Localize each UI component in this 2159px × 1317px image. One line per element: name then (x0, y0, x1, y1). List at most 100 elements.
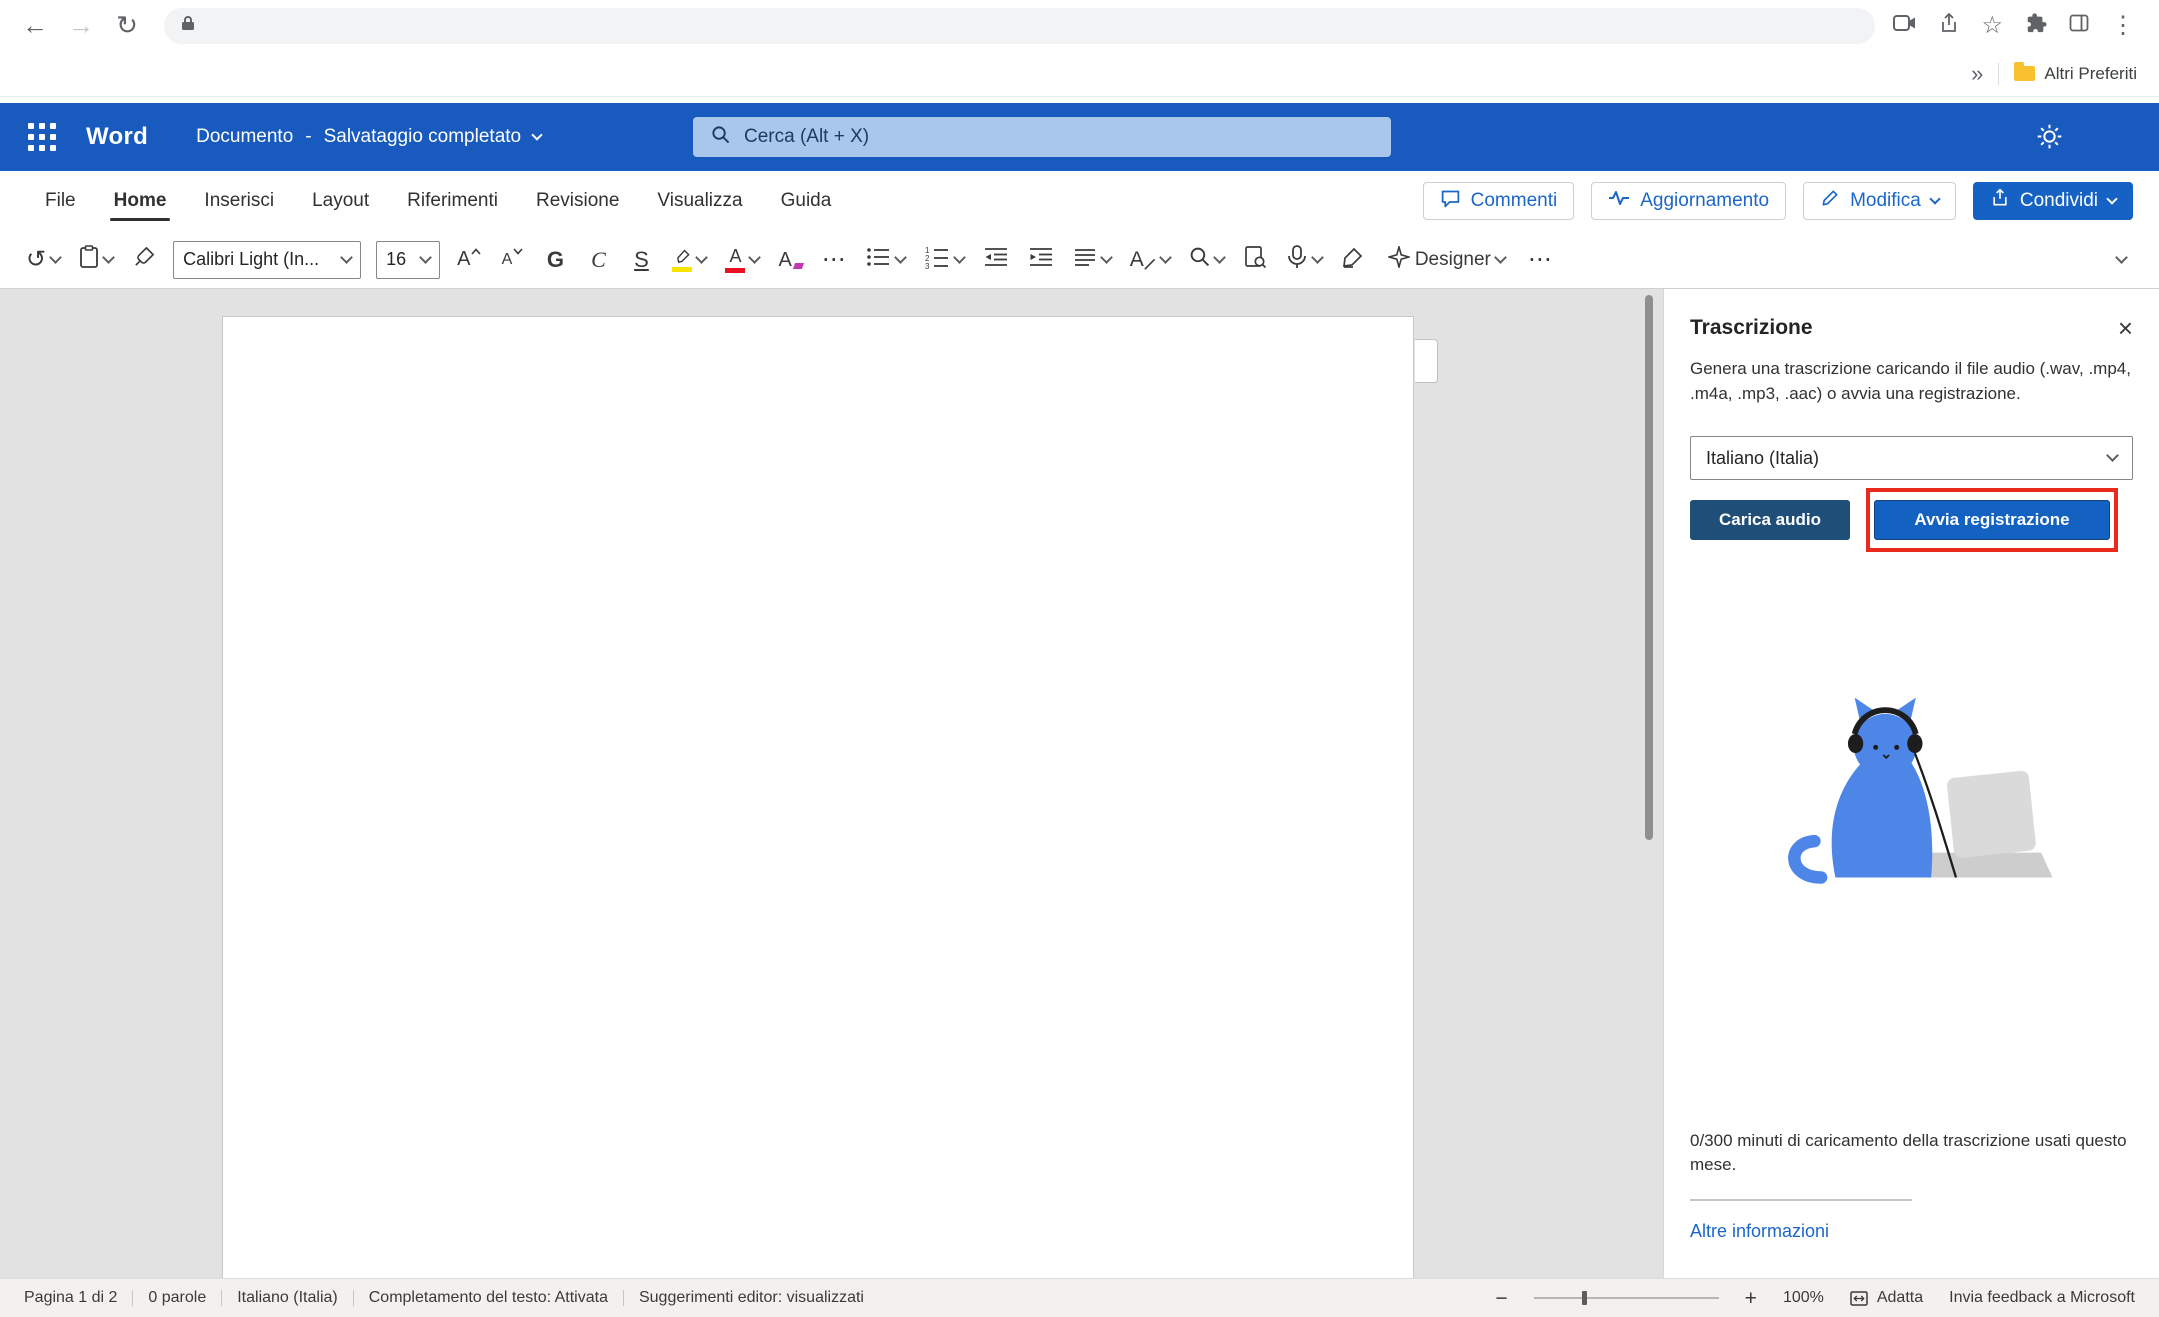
sparkle-icon (1388, 246, 1410, 274)
word-app-name[interactable]: Word (86, 123, 148, 151)
document-page[interactable] (222, 316, 1414, 1278)
numbered-list-button[interactable]: 123 (918, 240, 970, 280)
tab-riferimenti[interactable]: Riferimenti (388, 178, 517, 224)
forward-icon[interactable]: → (62, 7, 100, 45)
styles-button[interactable]: A (1124, 240, 1176, 280)
editor-button[interactable] (1335, 240, 1371, 280)
zoom-in-icon[interactable]: + (1745, 1288, 1757, 1309)
text-completion-status[interactable]: Completamento del testo: Attivata (354, 1289, 623, 1307)
microphone-icon (1286, 244, 1308, 276)
bold-button[interactable]: G (537, 240, 573, 280)
more-formatting-button[interactable]: ⋯ (816, 240, 852, 280)
chevron-down-icon (2106, 449, 2119, 462)
find-button[interactable] (1183, 240, 1230, 280)
more-toolbar-button[interactable]: ⋯ (1522, 240, 1558, 280)
catchup-button[interactable]: Aggiornamento (1591, 182, 1786, 220)
font-size-select[interactable]: 16 (376, 241, 440, 279)
bookmarks-folder[interactable]: Altri Preferiti (2014, 64, 2137, 84)
lock-icon[interactable] (180, 14, 196, 37)
undo-button[interactable]: ↺ (20, 240, 66, 280)
document-name[interactable]: Documento (196, 126, 293, 148)
mode-button[interactable]: Modifica (1803, 182, 1956, 220)
page-side-marker[interactable] (1415, 339, 1438, 383)
font-color-button[interactable]: A (719, 240, 765, 280)
browser-menu-icon[interactable]: ⋮ (2111, 14, 2135, 38)
paste-button[interactable] (73, 240, 119, 280)
usage-progress-bar (1690, 1199, 1912, 1201)
share-arrow-icon (1990, 188, 2010, 214)
zoom-handle[interactable] (1582, 1291, 1587, 1305)
chevron-down-icon (49, 251, 62, 264)
ribbon-options-button[interactable] (2103, 240, 2139, 280)
immersive-reader-button[interactable] (1237, 240, 1273, 280)
search-input[interactable] (744, 126, 1373, 148)
tab-layout[interactable]: Layout (293, 178, 388, 224)
language-select[interactable]: Italiano (Italia) (1690, 436, 2133, 480)
address-bar[interactable] (164, 8, 1875, 44)
tab-file[interactable]: File (26, 178, 95, 224)
word-count[interactable]: 0 parole (133, 1289, 221, 1307)
styles-icon: A (1130, 249, 1144, 270)
mode-label: Modifica (1850, 190, 1921, 212)
grow-font-icon: A (457, 248, 470, 271)
text-highlight-button[interactable] (666, 240, 712, 280)
more-info-link[interactable]: Altre informazioni (1690, 1221, 1829, 1242)
increase-indent-button[interactable] (1022, 240, 1060, 280)
alignment-button[interactable] (1067, 240, 1117, 280)
save-status[interactable]: Salvataggio completato (324, 126, 522, 148)
font-name-value: Calibri Light (In... (183, 249, 319, 270)
designer-label: Designer (1415, 249, 1491, 271)
video-call-icon[interactable] (1893, 14, 1917, 37)
bookmark-star-icon[interactable]: ☆ (1981, 14, 2003, 38)
back-icon[interactable]: ← (16, 7, 54, 45)
format-painter-button[interactable] (126, 240, 162, 280)
decrease-indent-button[interactable] (977, 240, 1015, 280)
document-canvas (0, 289, 1663, 1278)
close-icon[interactable]: × (2118, 315, 2133, 341)
share-icon[interactable] (1939, 13, 1959, 38)
title-chevron-icon[interactable] (531, 129, 542, 140)
zoom-out-icon[interactable]: − (1495, 1288, 1507, 1309)
header-search[interactable] (693, 117, 1391, 157)
fit-to-page-button[interactable]: Adatta (1850, 1289, 1923, 1307)
tab-visualizza[interactable]: Visualizza (638, 178, 761, 224)
shrink-font-icon: A (502, 251, 513, 269)
tab-inserisci[interactable]: Inserisci (185, 178, 293, 224)
page-count[interactable]: Pagina 1 di 2 (24, 1289, 132, 1307)
settings-gear-icon[interactable] (2036, 123, 2063, 153)
eraser-icon (793, 263, 804, 269)
underline-button[interactable]: S (623, 240, 659, 280)
transcribe-illustration-cat (1762, 690, 2062, 910)
grow-font-button[interactable]: A (451, 240, 487, 280)
italic-button[interactable]: C (580, 240, 616, 280)
side-panel-icon[interactable] (2069, 13, 2089, 38)
share-button[interactable]: Condividi (1973, 182, 2133, 220)
app-launcher-waffle-icon[interactable] (28, 123, 56, 151)
shrink-font-button[interactable]: A (494, 240, 530, 280)
zoom-slider[interactable] (1534, 1290, 1719, 1306)
chevron-down-icon (419, 251, 432, 264)
start-recording-button[interactable]: Avvia registrazione (1874, 500, 2110, 540)
reload-icon[interactable]: ↻ (108, 7, 146, 45)
status-bar-left: Pagina 1 di 2 0 parole Italiano (Italia)… (24, 1289, 879, 1307)
extensions-puzzle-icon[interactable] (2025, 12, 2047, 39)
feedback-link[interactable]: Invia feedback a Microsoft (1949, 1289, 2135, 1307)
decrease-indent-icon (983, 245, 1009, 275)
tab-home[interactable]: Home (95, 178, 186, 224)
fit-icon (1850, 1291, 1868, 1306)
status-language[interactable]: Italiano (Italia) (222, 1289, 353, 1307)
bullet-list-button[interactable] (859, 240, 911, 280)
bookmarks-overflow-chevrons[interactable]: » (1971, 61, 1983, 87)
zoom-level[interactable]: 100% (1783, 1289, 1824, 1307)
comments-button[interactable]: Commenti (1423, 182, 1575, 220)
tab-revisione[interactable]: Revisione (517, 178, 638, 224)
upload-audio-button[interactable]: Carica audio (1690, 500, 1850, 540)
document-title-group[interactable]: Documento - Salvataggio completato (196, 126, 541, 148)
font-name-select[interactable]: Calibri Light (In... (173, 241, 361, 279)
editor-suggestions-status[interactable]: Suggerimenti editor: visualizzati (624, 1289, 879, 1307)
clear-formatting-button[interactable]: A (772, 240, 808, 280)
vertical-scrollbar[interactable] (1645, 295, 1653, 840)
dictate-button[interactable] (1280, 240, 1328, 280)
designer-button[interactable]: Designer (1378, 240, 1515, 280)
tab-guida[interactable]: Guida (762, 178, 851, 224)
